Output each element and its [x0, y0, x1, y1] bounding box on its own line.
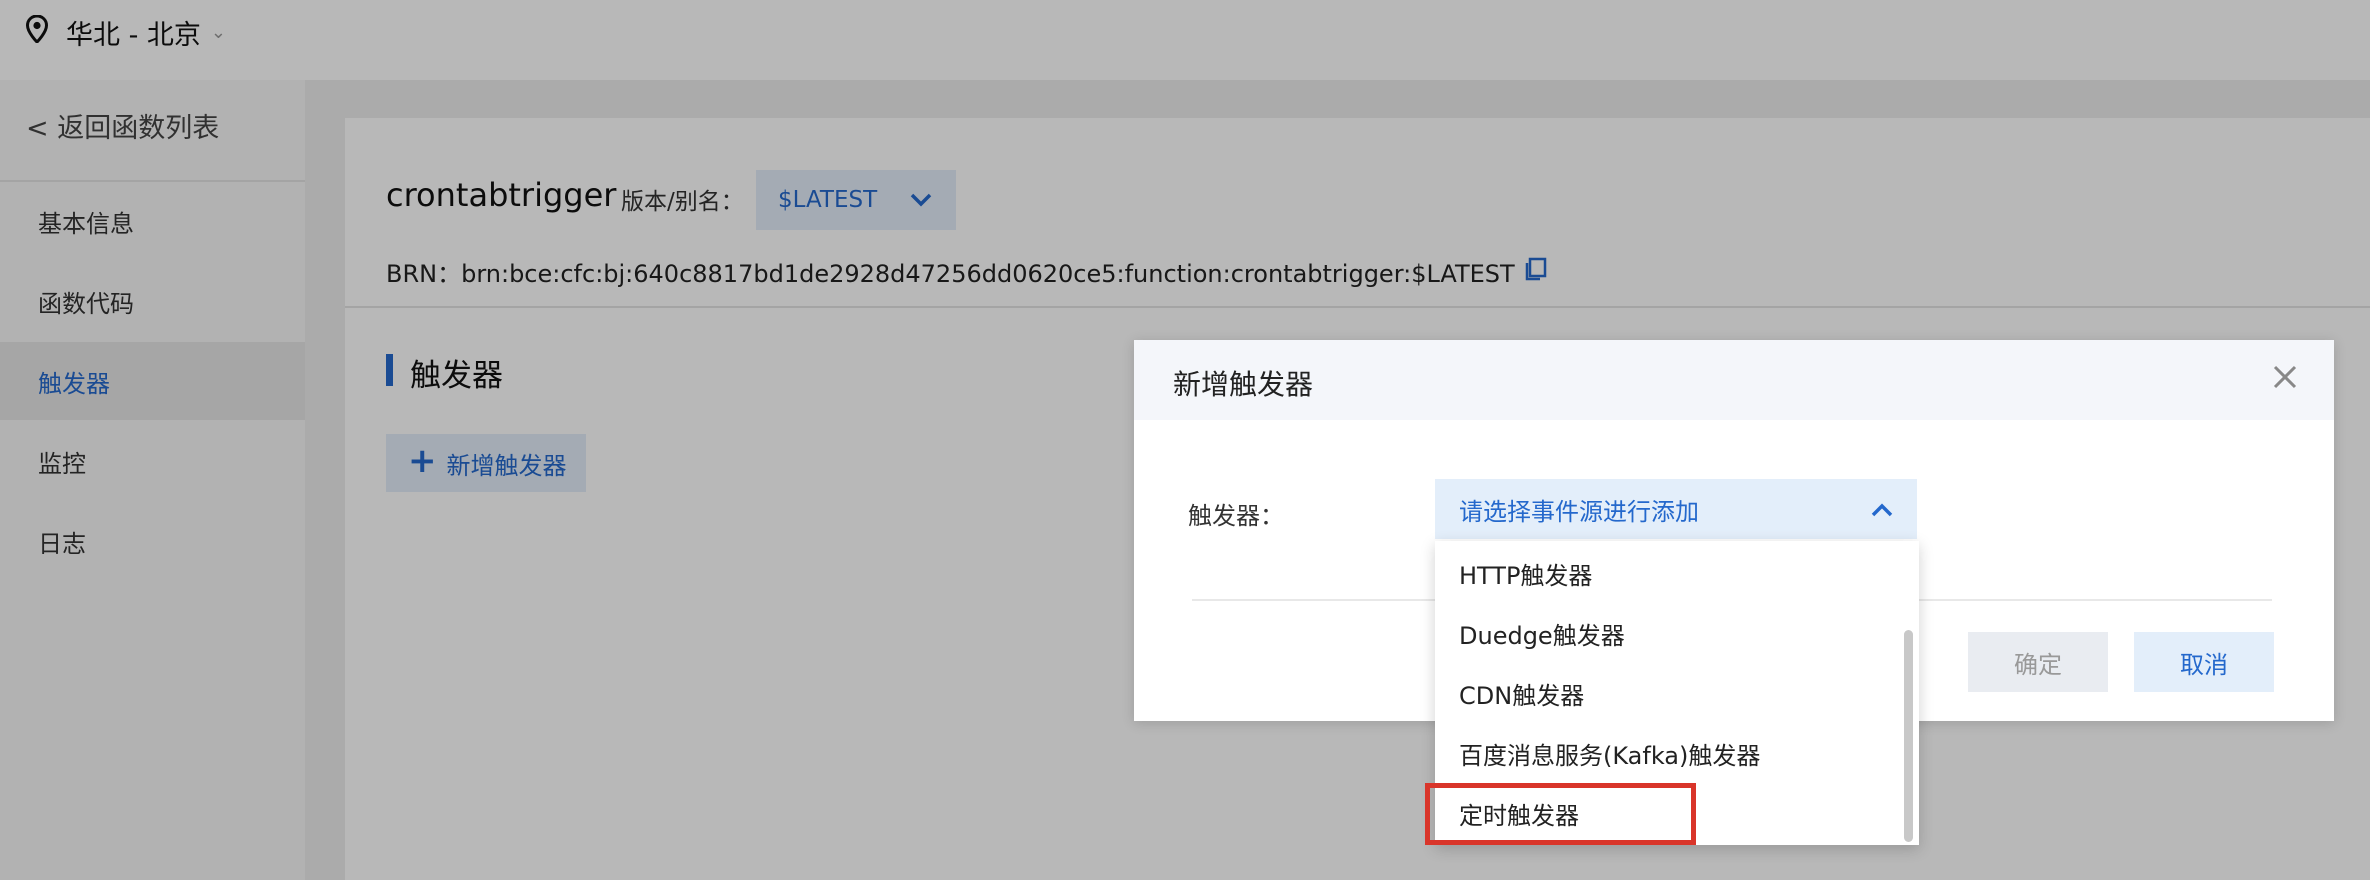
dropdown-scrollbar[interactable] [1904, 630, 1913, 842]
confirm-button[interactable]: 确定 [1968, 632, 2108, 692]
option-cdn-trigger[interactable]: CDN触发器 [1435, 663, 1905, 723]
close-icon[interactable] [2270, 362, 2300, 398]
highlight-box [1425, 783, 1696, 845]
chevron-up-icon [1869, 497, 1895, 529]
cancel-button[interactable]: 取消 [2134, 632, 2274, 692]
option-duedge-trigger[interactable]: Duedge触发器 [1435, 603, 1905, 663]
trigger-source-select[interactable]: 请选择事件源进行添加 [1435, 479, 1917, 539]
dialog-title: 新增触发器 [1173, 368, 1314, 401]
trigger-select-placeholder: 请选择事件源进行添加 [1459, 497, 1699, 526]
option-kafka-trigger[interactable]: 百度消息服务(Kafka)触发器 [1435, 723, 1905, 783]
option-http-trigger[interactable]: HTTP触发器 [1435, 543, 1905, 603]
dialog-header [1134, 340, 2334, 420]
trigger-field-label: 触发器： [1188, 502, 1284, 530]
